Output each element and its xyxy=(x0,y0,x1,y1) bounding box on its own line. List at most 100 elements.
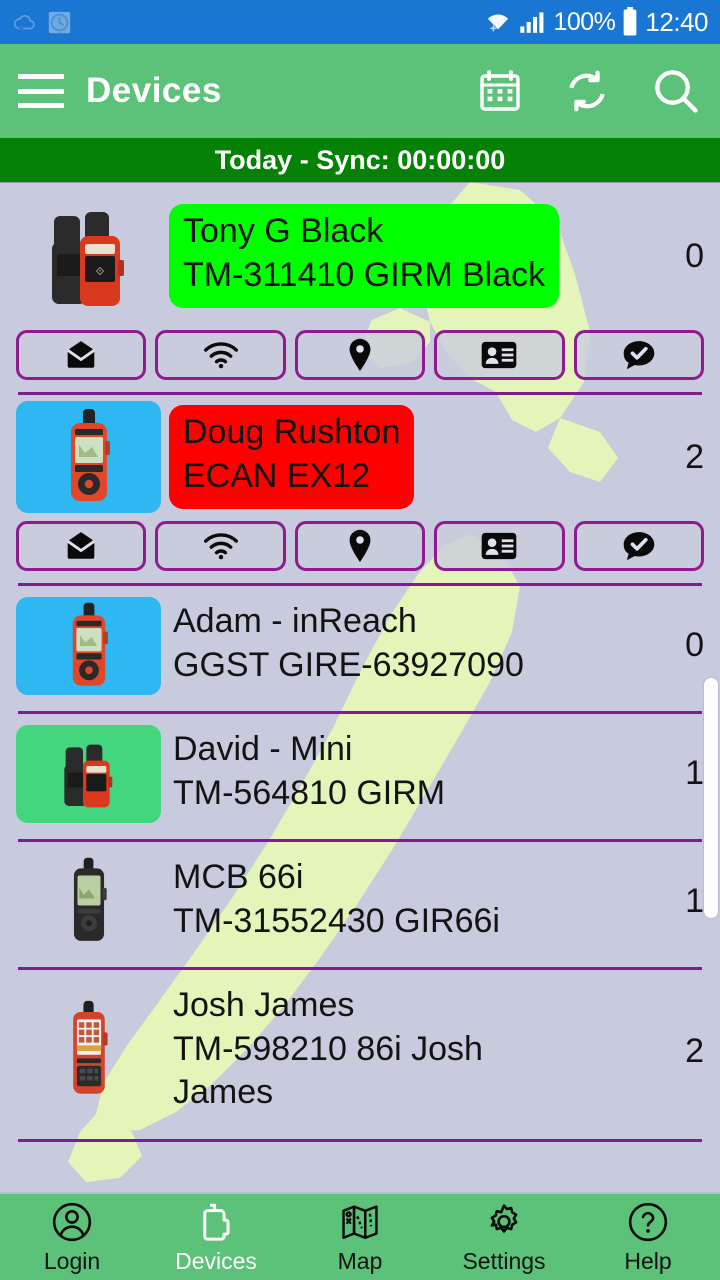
device-title-wrap: Tony G Black TM-311410 GIRM Black xyxy=(161,204,652,308)
nav-label-login: Login xyxy=(43,1248,101,1274)
app-bar: Devices xyxy=(0,44,720,138)
device-name: David - Mini xyxy=(173,730,353,769)
device-title-wrap: Doug Rushton ECAN EX12 xyxy=(161,405,652,509)
device-thumbnail xyxy=(16,401,161,513)
device-thumbnail: ⟐ xyxy=(16,190,161,322)
device-message-count: 1 xyxy=(685,754,704,793)
page-title: Devices xyxy=(86,71,222,110)
device-name: Tony G Black xyxy=(183,212,384,251)
device-thumbnail xyxy=(16,854,161,950)
device-title-highlight: Doug Rushton ECAN EX12 xyxy=(169,405,415,509)
wifi-icon[interactable] xyxy=(155,330,286,380)
nav-item-login[interactable]: Login xyxy=(0,1201,144,1273)
device-detail: ECAN EX12 xyxy=(183,457,371,495)
nav-item-devices[interactable]: Devices xyxy=(144,1201,288,1273)
sync-status-label: Today - Sync: 00:00:00 xyxy=(214,144,506,175)
wifi-icon xyxy=(483,9,513,35)
device-title-wrap: Adam - inReach GGST GIRE-63927090 xyxy=(161,594,652,697)
device-message-count: 2 xyxy=(685,1031,704,1070)
device-title-highlight: David - Mini TM-564810 GIRM xyxy=(169,722,459,825)
location-pin-icon[interactable] xyxy=(294,330,426,380)
vertical-scrollbar[interactable] xyxy=(704,678,718,918)
device-message-count: 1 xyxy=(685,882,704,921)
chat-check-icon[interactable] xyxy=(573,330,705,380)
cloud-sync-icon xyxy=(12,9,38,35)
list-divider xyxy=(18,1138,702,1142)
device-title-highlight: Adam - inReach GGST GIRE-63927090 xyxy=(169,594,538,697)
device-title-highlight: Tony G Black TM-311410 GIRM Black xyxy=(169,204,560,308)
nav-label-help: Help xyxy=(624,1248,672,1274)
device-row-main[interactable]: MCB 66i TM-31552430 GIR66i 1 xyxy=(0,842,720,961)
chat-check-icon[interactable] xyxy=(573,521,705,571)
device-list-item[interactable]: ⟐ Tony G Black TM-311410 GIRM Black 0 xyxy=(0,182,720,395)
device-list-item[interactable]: David - Mini TM-564810 GIRM 1 xyxy=(0,714,720,843)
device-thumbnail xyxy=(16,596,161,695)
device-list-item[interactable]: Doug Rushton ECAN EX12 2 xyxy=(0,395,720,586)
message-icon[interactable] xyxy=(16,330,147,380)
device-message-count: 0 xyxy=(685,236,704,275)
bottom-navigation-bar: Login Devices Map Settings Help xyxy=(0,1192,720,1280)
hamburger-menu-icon[interactable] xyxy=(18,74,64,108)
device-list-item[interactable]: Josh James TM-598210 86i Josh James 2 xyxy=(0,970,720,1142)
device-list-item[interactable]: MCB 66i TM-31552430 GIR66i 1 xyxy=(0,842,720,971)
battery-percent-label: 100% xyxy=(553,7,616,36)
nav-item-map[interactable]: Map xyxy=(288,1201,432,1273)
device-thumbnail xyxy=(16,724,161,823)
device-detail: TM-31552430 GIR66i xyxy=(173,901,500,940)
wifi-icon[interactable] xyxy=(155,521,286,571)
device-title-highlight: Josh James TM-598210 86i Josh James xyxy=(169,978,599,1125)
device-title-wrap: MCB 66i TM-31552430 GIR66i xyxy=(161,850,652,953)
status-bar-left-icons xyxy=(12,9,73,36)
sync-status-bar: Today - Sync: 00:00:00 xyxy=(0,138,720,182)
device-action-bar[interactable] xyxy=(0,517,720,577)
clock-label: 12:40 xyxy=(645,6,708,37)
app-bar-actions xyxy=(476,65,702,117)
nav-label-devices: Devices xyxy=(175,1248,257,1274)
device-title-highlight: MCB 66i TM-31552430 GIR66i xyxy=(169,850,514,953)
handheld-radio-icon xyxy=(195,1201,237,1248)
nav-item-settings[interactable]: Settings xyxy=(432,1201,576,1273)
gear-icon xyxy=(483,1201,525,1248)
question-circle-icon xyxy=(627,1201,669,1248)
device-row-main[interactable]: Adam - inReach GGST GIRE-63927090 0 xyxy=(0,586,720,705)
system-status-bar: 100% 12:40 xyxy=(0,0,720,44)
device-name: Adam - inReach xyxy=(173,602,417,640)
device-detail: TM-598210 86i Josh James xyxy=(173,1029,483,1112)
nav-item-help[interactable]: Help xyxy=(576,1201,720,1273)
device-thumbnail xyxy=(16,992,161,1110)
refresh-icon[interactable] xyxy=(562,66,612,116)
device-row-main[interactable]: ⟐ Tony G Black TM-311410 GIRM Black 0 xyxy=(0,182,720,326)
device-title-wrap: Josh James TM-598210 86i Josh James xyxy=(161,978,652,1125)
search-icon[interactable] xyxy=(650,65,702,117)
nav-label-map: Map xyxy=(337,1248,383,1274)
device-name: Doug Rushton xyxy=(183,413,401,452)
message-icon[interactable] xyxy=(16,521,147,571)
device-list-item[interactable]: Adam - inReach GGST GIRE-63927090 0 xyxy=(0,586,720,715)
calendar-icon[interactable] xyxy=(476,67,524,115)
folded-map-icon xyxy=(339,1201,381,1248)
contact-card-icon[interactable] xyxy=(434,330,565,380)
device-detail: TM-311410 GIRM Black xyxy=(183,256,546,294)
device-action-bar[interactable] xyxy=(0,326,720,386)
status-bar-right-icons: 100% 12:40 xyxy=(483,7,708,38)
device-list[interactable]: ⟐ Tony G Black TM-311410 GIRM Black 0 Do… xyxy=(0,182,720,1190)
device-row-main[interactable]: David - Mini TM-564810 GIRM 1 xyxy=(0,714,720,833)
device-row-main[interactable]: Doug Rushton ECAN EX12 2 xyxy=(0,395,720,517)
nav-label-settings: Settings xyxy=(462,1248,546,1274)
devices-screen: 100% 12:40 Devices Today - Sync: 00:00:0… xyxy=(0,0,720,1280)
battery-icon xyxy=(621,7,639,37)
user-circle-icon xyxy=(51,1201,93,1248)
location-pin-icon[interactable] xyxy=(294,521,426,571)
svg-text:⟐: ⟐ xyxy=(95,266,104,278)
device-message-count: 0 xyxy=(685,626,704,665)
device-detail: GGST GIRE-63927090 xyxy=(173,645,524,684)
device-row-main[interactable]: Josh James TM-598210 86i Josh James 2 xyxy=(0,970,720,1133)
device-name: MCB 66i xyxy=(173,858,304,897)
device-title-wrap: David - Mini TM-564810 GIRM xyxy=(161,722,652,825)
alarm-clock-icon xyxy=(46,9,73,36)
signal-icon xyxy=(519,9,547,35)
device-name: Josh James xyxy=(173,986,355,1025)
contact-card-icon[interactable] xyxy=(434,521,565,571)
device-message-count: 2 xyxy=(685,437,704,476)
device-detail: TM-564810 GIRM xyxy=(173,773,446,812)
